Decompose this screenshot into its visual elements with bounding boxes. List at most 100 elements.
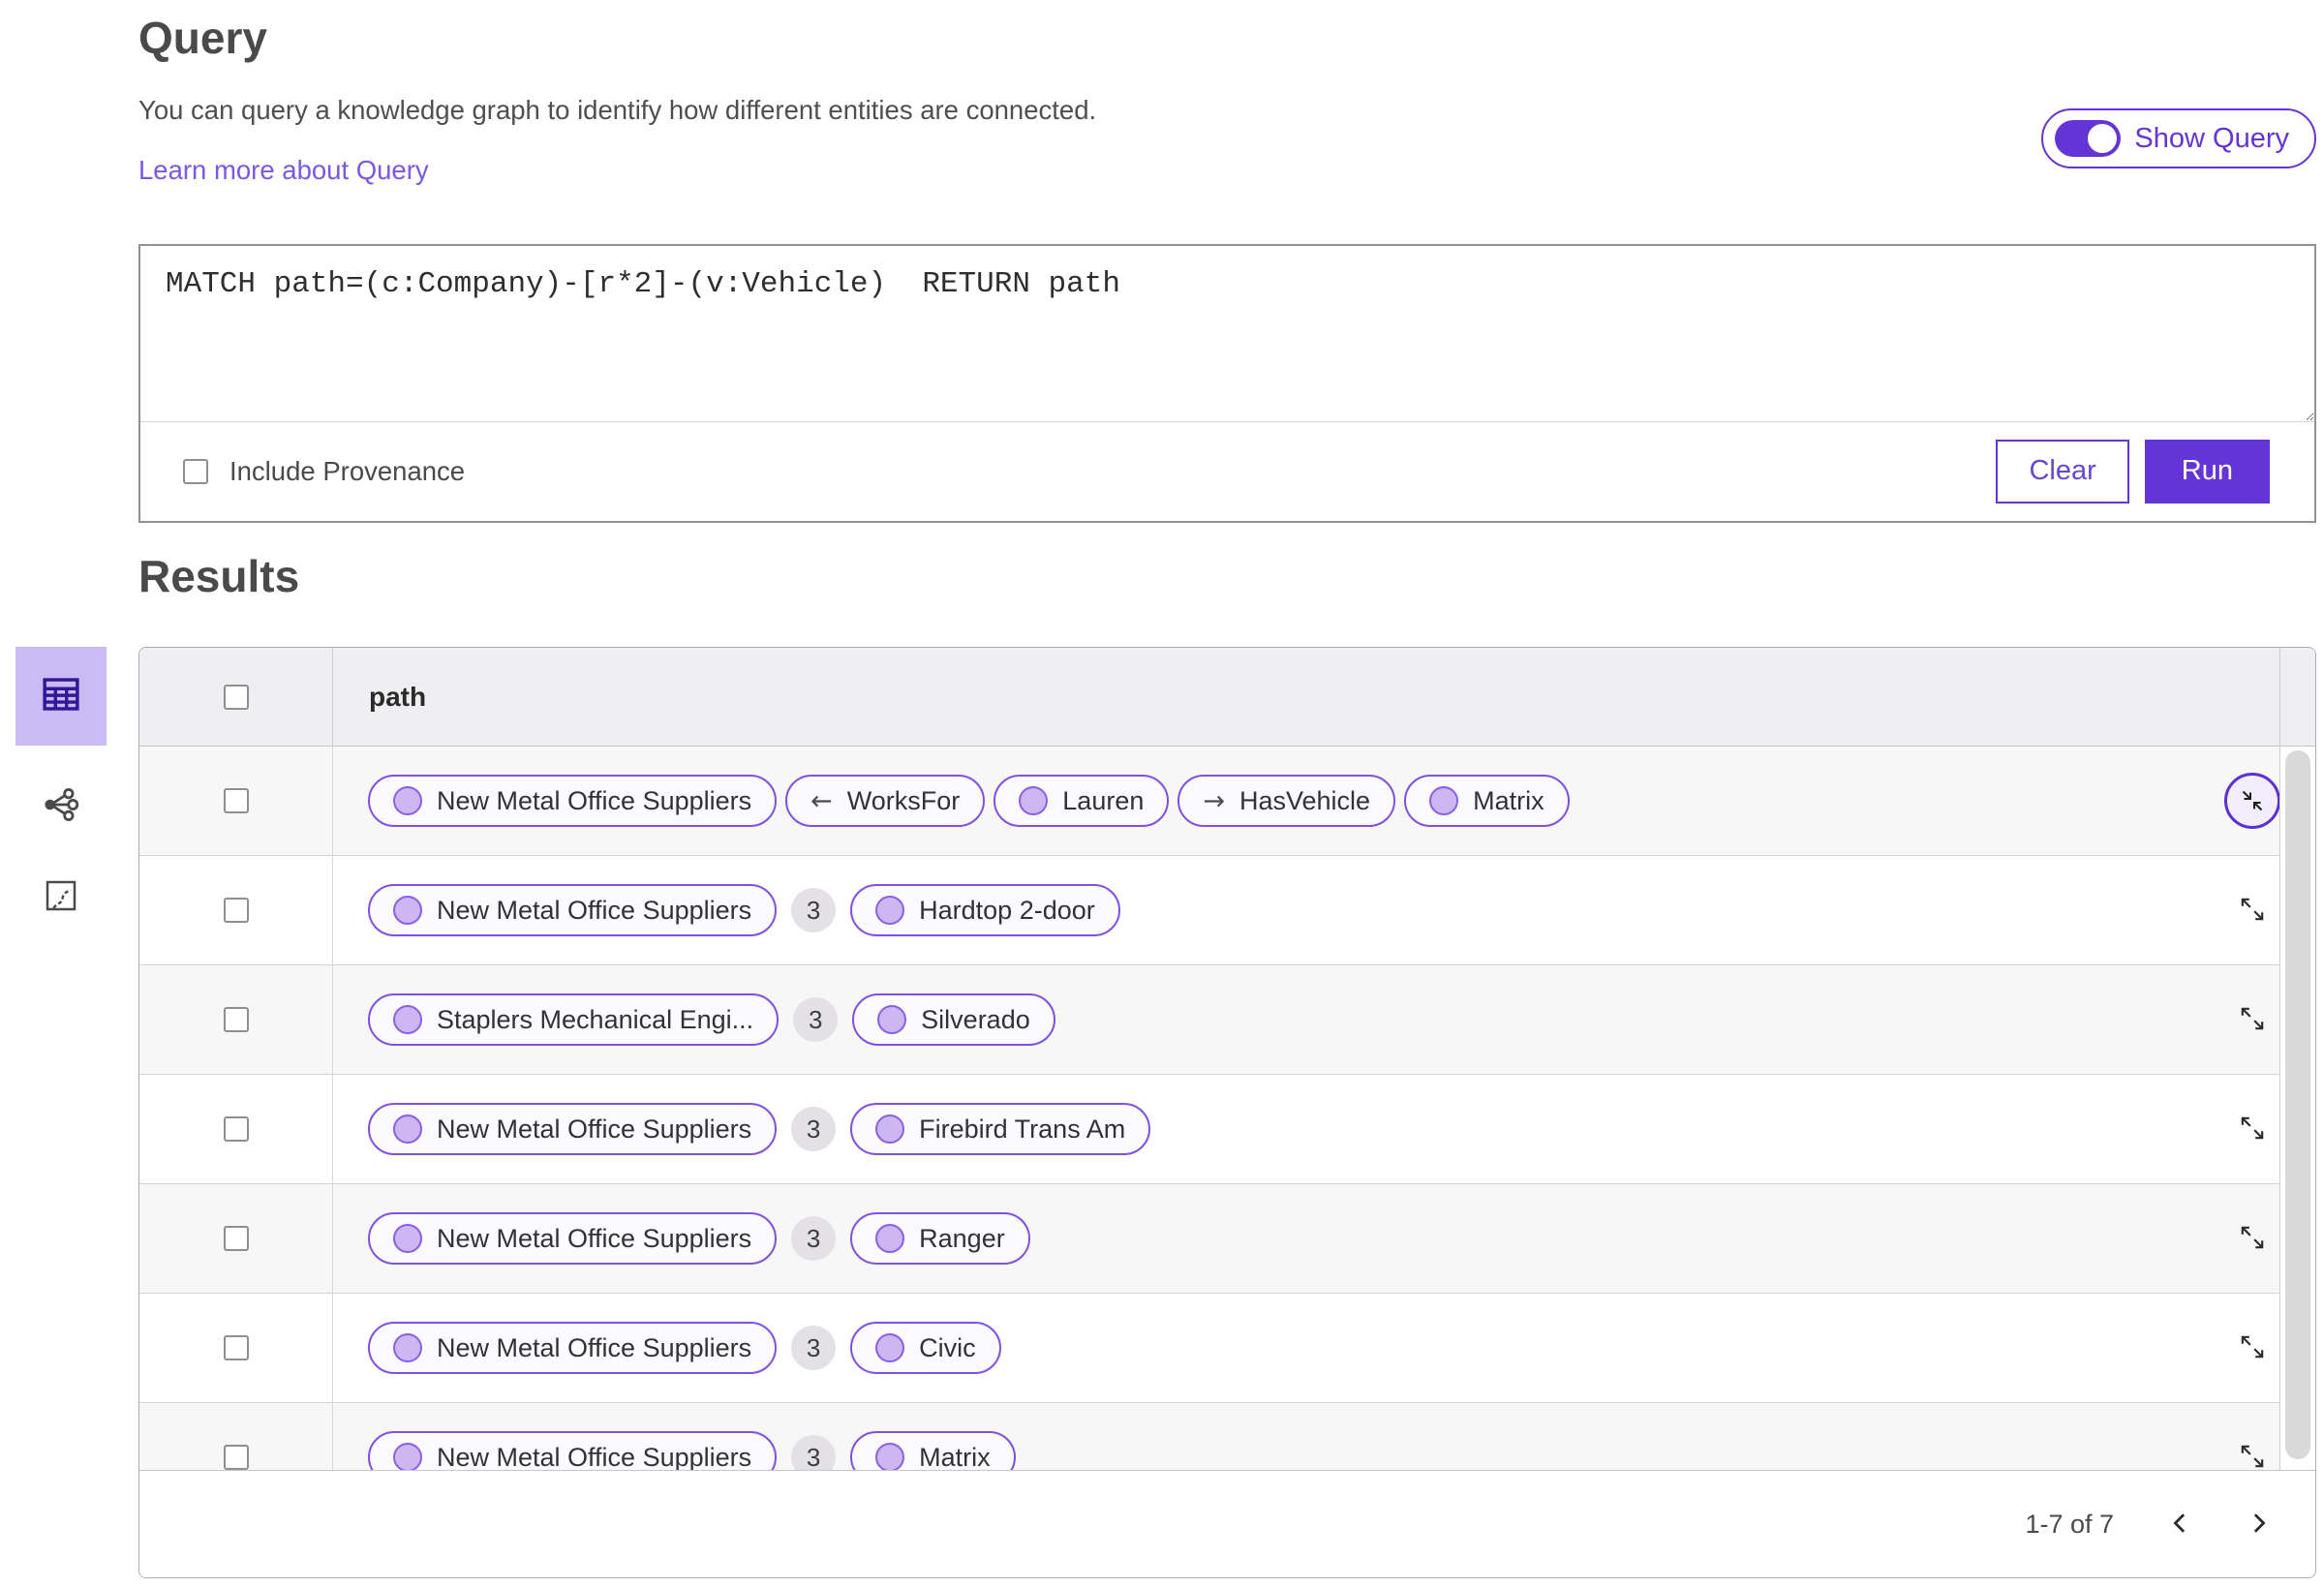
entity-node-icon bbox=[393, 1443, 422, 1472]
row-checkbox[interactable] bbox=[223, 1007, 249, 1032]
arrow-left-icon: ← bbox=[810, 785, 833, 816]
include-provenance-label: Include Provenance bbox=[229, 455, 466, 486]
entity-pill[interactable]: Ranger bbox=[850, 1212, 1030, 1265]
entity-pill[interactable]: Firebird Trans Am bbox=[850, 1103, 1151, 1155]
relationship-pill[interactable]: → HasVehicle bbox=[1177, 775, 1396, 827]
table-scrollbar-thumb[interactable] bbox=[2285, 750, 2310, 1459]
expand-row-button[interactable] bbox=[2238, 895, 2267, 927]
row-checkbox[interactable] bbox=[223, 1116, 249, 1142]
table-row: New Metal Office Suppliers 3 Matrix bbox=[139, 1403, 2315, 1472]
expand-icon bbox=[2238, 1332, 2267, 1364]
entity-node-icon bbox=[393, 1115, 422, 1144]
show-query-label: Show Query bbox=[2134, 122, 2289, 154]
learn-more-link[interactable]: Learn more about Query bbox=[138, 155, 429, 186]
page-title: Query bbox=[138, 13, 267, 63]
entity-node-icon bbox=[393, 896, 422, 925]
link-chart-view-tab[interactable] bbox=[15, 765, 107, 848]
chevron-left-icon bbox=[2166, 1509, 2195, 1541]
entity-pill[interactable]: New Metal Office Suppliers bbox=[368, 884, 778, 936]
select-all-checkbox[interactable] bbox=[223, 684, 249, 710]
map-icon bbox=[42, 876, 80, 920]
entity-pill[interactable]: Silverado bbox=[852, 993, 1055, 1046]
entity-node-icon bbox=[393, 1224, 422, 1253]
previous-page-button[interactable] bbox=[2158, 1502, 2203, 1546]
entity-node-icon bbox=[875, 896, 905, 925]
include-provenance-checkbox[interactable] bbox=[183, 458, 208, 484]
table-view-tab[interactable] bbox=[15, 647, 107, 746]
page-range-label: 1-7 of 7 bbox=[2025, 1509, 2114, 1539]
results-title: Results bbox=[138, 551, 300, 601]
entity-pill[interactable]: New Metal Office Suppliers bbox=[368, 775, 778, 827]
collapse-row-button[interactable] bbox=[2224, 773, 2280, 829]
page-description: You can query a knowledge graph to ident… bbox=[138, 95, 1097, 125]
table-scrollbar-track bbox=[2279, 648, 2315, 1470]
entity-pill[interactable]: Matrix bbox=[850, 1431, 1016, 1472]
entity-node-icon bbox=[393, 1005, 422, 1034]
include-provenance-option[interactable]: Include Provenance bbox=[183, 456, 465, 487]
relationship-count-badge: 3 bbox=[791, 1107, 837, 1151]
table-row: New Metal Office Suppliers 3 Hardtop 2-d… bbox=[139, 856, 2315, 965]
table-row: New Metal Office Suppliers 3 Ranger bbox=[139, 1184, 2315, 1294]
entity-node-icon bbox=[393, 1333, 422, 1362]
expand-row-button[interactable] bbox=[2238, 1004, 2267, 1036]
query-page: Query You can query a knowledge graph to… bbox=[0, 0, 2324, 1588]
table-row: New Metal Office Suppliers 3 Civic bbox=[139, 1294, 2315, 1403]
entity-pill[interactable]: New Metal Office Suppliers bbox=[368, 1431, 778, 1472]
expand-row-button[interactable] bbox=[2238, 1332, 2267, 1364]
table-header-row: path bbox=[139, 648, 2315, 747]
row-checkbox[interactable] bbox=[223, 1226, 249, 1251]
expand-icon bbox=[2238, 1114, 2267, 1145]
expand-row-button[interactable] bbox=[2238, 1114, 2267, 1145]
toggle-switch-icon[interactable] bbox=[2055, 120, 2122, 157]
clear-button[interactable]: Clear bbox=[1996, 439, 2129, 504]
entity-node-icon bbox=[1019, 786, 1049, 815]
entity-node-icon bbox=[393, 786, 422, 815]
next-page-button[interactable] bbox=[2236, 1502, 2280, 1546]
run-button[interactable]: Run bbox=[2144, 439, 2270, 504]
query-editor-footer: Include Provenance Clear Run bbox=[140, 422, 2314, 520]
entity-pill[interactable]: Hardtop 2-door bbox=[850, 884, 1120, 936]
row-checkbox[interactable] bbox=[223, 1445, 249, 1470]
map-view-tab[interactable] bbox=[15, 856, 107, 939]
link-chart-icon bbox=[41, 784, 81, 830]
table-row: New Metal Office Suppliers ← WorksFor Lau… bbox=[139, 747, 2315, 856]
entity-node-icon bbox=[875, 1115, 905, 1144]
query-input[interactable]: MATCH path=(c:Company)-[r*2]-(v:Vehicle)… bbox=[140, 246, 2314, 422]
entity-pill[interactable]: Lauren bbox=[994, 775, 1170, 827]
entity-pill[interactable]: New Metal Office Suppliers bbox=[368, 1103, 778, 1155]
entity-node-icon bbox=[875, 1224, 905, 1253]
entity-pill[interactable]: Staplers Mechanical Engi... bbox=[368, 993, 780, 1046]
relationship-count-badge: 3 bbox=[791, 1216, 837, 1261]
entity-node-icon bbox=[875, 1443, 905, 1472]
show-query-toggle[interactable]: Show Query bbox=[2041, 108, 2316, 168]
path-column-header: path bbox=[369, 681, 427, 712]
collapse-icon bbox=[2224, 773, 2280, 829]
toggle-knob bbox=[2088, 124, 2118, 153]
table-icon bbox=[39, 672, 83, 721]
scrollbar-header-cap bbox=[2280, 648, 2315, 747]
entity-pill[interactable]: New Metal Office Suppliers bbox=[368, 1212, 778, 1265]
chevron-right-icon bbox=[2244, 1509, 2273, 1541]
results-table: path New Metal Office Suppliers ← WorksFo… bbox=[138, 647, 2316, 1578]
expand-icon bbox=[2238, 1442, 2267, 1473]
expand-icon bbox=[2238, 1223, 2267, 1255]
row-checkbox[interactable] bbox=[223, 1335, 249, 1360]
table-row: Staplers Mechanical Engi... 3 Silverado bbox=[139, 965, 2315, 1075]
row-checkbox[interactable] bbox=[223, 788, 249, 813]
arrow-right-icon: → bbox=[1203, 785, 1225, 816]
entity-pill[interactable]: New Metal Office Suppliers bbox=[368, 1322, 778, 1374]
entity-pill[interactable]: Matrix bbox=[1404, 775, 1570, 827]
relationship-pill[interactable]: ← WorksFor bbox=[785, 775, 986, 827]
entity-pill[interactable]: Civic bbox=[850, 1322, 1001, 1374]
relationship-count-badge: 3 bbox=[791, 1326, 837, 1370]
relationship-count-badge: 3 bbox=[791, 888, 837, 932]
expand-icon bbox=[2238, 895, 2267, 927]
expand-row-button[interactable] bbox=[2238, 1223, 2267, 1255]
table-pagination: 1-7 of 7 bbox=[139, 1470, 2315, 1577]
entity-node-icon bbox=[877, 1005, 907, 1034]
expand-icon bbox=[2238, 1004, 2267, 1036]
query-editor-panel: MATCH path=(c:Company)-[r*2]-(v:Vehicle)… bbox=[138, 244, 2316, 523]
relationship-count-badge: 3 bbox=[791, 1435, 837, 1472]
expand-row-button[interactable] bbox=[2238, 1442, 2267, 1473]
row-checkbox[interactable] bbox=[223, 898, 249, 923]
